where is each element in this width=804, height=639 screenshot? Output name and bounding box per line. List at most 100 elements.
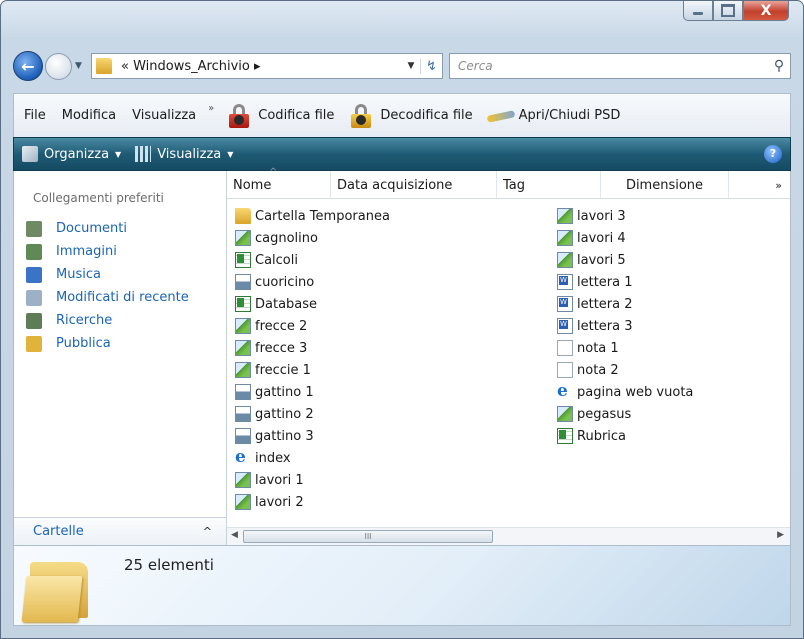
horizontal-scrollbar[interactable]: ◀ III ▶ [227,527,790,545]
file-item[interactable]: index [235,447,390,469]
file-item[interactable]: pagina web vuota [557,381,693,403]
favorite-link[interactable]: Musica [26,263,189,286]
folder-file-icon [235,208,251,224]
favorite-link[interactable]: Documenti [26,217,189,240]
chevron-up-icon: ^ [202,525,212,538]
scroll-right-icon[interactable]: ▶ [777,530,784,540]
file-item[interactable]: lavori 2 [235,491,390,513]
file-item[interactable]: frecce 2 [235,315,390,337]
favorite-link-label: Immagini [56,244,117,259]
file-item[interactable]: Cartella Temporanea [235,205,390,227]
column-header-date-acquired[interactable]: Data acquisizione [331,171,497,199]
address-bar[interactable]: « Windows_Archivio ▸ ▼ ↯ [91,53,443,79]
file-name: cagnolino [255,230,318,246]
documents-icon [26,220,42,237]
file-item[interactable]: lettera 2 [557,293,693,315]
caption-buttons: X [683,1,789,23]
file-item[interactable]: cagnolino [235,227,390,249]
organize-button[interactable]: Organizza ▼ [22,146,121,162]
favorite-link[interactable]: Immagini [26,240,189,263]
file-item[interactable]: lavori 3 [557,205,693,227]
recent-pages-dropdown[interactable]: ▼ [75,61,87,71]
file-name: gattino 3 [255,428,314,444]
file-name: cuoricino [255,274,315,290]
file-name: Database [255,296,318,312]
file-name: lavori 5 [577,252,626,268]
favorite-links-list: Documenti Immagini Musica Modificati di rec… [26,217,189,355]
bmp-file-icon [235,406,251,422]
forward-button[interactable] [45,52,72,80]
folder-icon [96,58,112,74]
encode-file-button[interactable]: Codifica file [226,103,334,129]
views-button[interactable]: Visualizza ▼ [135,146,233,162]
favorite-link[interactable]: Ricerche [26,309,189,332]
file-item[interactable]: lavori 1 [235,469,390,491]
file-column-2: lavori 3 lavori 4 lavori 5 lettera 1 lettera… [557,205,693,447]
file-name: lavori 1 [255,472,304,488]
favorite-link[interactable]: Modificati di recente [26,286,189,309]
views-label: Visualizza [157,146,222,162]
item-count: 25 elementi [124,556,214,574]
file-item[interactable]: nota 1 [557,337,693,359]
file-name: frecce 2 [255,318,308,334]
file-item[interactable]: freccie 1 [235,359,390,381]
file-item[interactable]: Rubrica [557,425,693,447]
organize-label: Organizza [44,146,110,162]
file-item[interactable]: nota 2 [557,359,693,381]
searches-icon [26,312,42,329]
minimize-button[interactable] [683,1,713,21]
scroll-left-icon[interactable]: ◀ [231,530,238,540]
favorite-link[interactable]: Pubblica [26,332,189,355]
scrollbar-thumb[interactable]: III [243,530,493,543]
file-item[interactable]: gattino 1 [235,381,390,403]
image-file-icon [557,406,573,422]
column-header-size[interactable]: Dimensione [601,171,729,199]
menu-visualizza[interactable]: Visualizza [132,108,196,123]
menu-file[interactable]: File [24,108,46,123]
image-file-icon [235,494,251,510]
pictures-icon [26,243,42,260]
search-input[interactable]: Cerca ⚲ [449,53,791,79]
open-close-psd-button[interactable]: Apri/Chiudi PSD [487,103,621,129]
file-item[interactable]: lavori 4 [557,227,693,249]
file-name: nota 2 [577,362,619,378]
column-header-name[interactable]: Nome [227,167,331,199]
file-name: lettera 3 [577,318,633,334]
file-item[interactable]: lavori 5 [557,249,693,271]
search-icon[interactable]: ⚲ [768,58,790,74]
file-item[interactable]: gattino 3 [235,425,390,447]
menu-modifica[interactable]: Modifica [62,108,116,123]
help-icon[interactable]: ? [764,145,782,163]
file-item[interactable]: cuoricino [235,271,390,293]
column-header-tag[interactable]: Tag [497,171,601,199]
address-dropdown-icon[interactable]: ▼ [402,61,420,71]
favorite-link-label: Pubblica [56,336,111,351]
favorite-link-label: Musica [56,267,101,282]
refresh-icon[interactable]: ↯ [420,58,442,74]
more-columns-chevron[interactable]: » [729,171,790,199]
file-item[interactable]: lettera 1 [557,271,693,293]
file-item[interactable]: pegasus [557,403,693,425]
file-item[interactable]: frecce 3 [235,337,390,359]
breadcrumb[interactable]: « Windows_Archivio ▸ [121,59,260,74]
decode-file-label: Decodifica file [380,108,473,123]
maximize-button[interactable] [713,1,743,21]
menu-overflow-chevron[interactable]: » [208,103,214,114]
bmp-file-icon [235,274,251,290]
file-item[interactable]: Database [235,293,390,315]
close-button[interactable]: X [743,1,789,21]
file-name: Calcoli [255,252,298,268]
image-file-icon [235,230,251,246]
image-file-icon [235,340,251,356]
doc-file-icon [557,296,573,312]
file-item[interactable]: Calcoli [235,249,390,271]
decode-file-button[interactable]: Decodifica file [348,103,473,129]
column-headers: Nome Data acquisizione Tag Dimensione » [227,167,790,199]
image-file-icon [235,318,251,334]
file-item[interactable]: lettera 3 [557,315,693,337]
file-name: freccie 1 [255,362,311,378]
bmp-file-icon [235,384,251,400]
folders-toggle[interactable]: Cartelle ^ [14,517,226,545]
file-item[interactable]: gattino 2 [235,403,390,425]
back-button[interactable]: ← [13,51,43,81]
